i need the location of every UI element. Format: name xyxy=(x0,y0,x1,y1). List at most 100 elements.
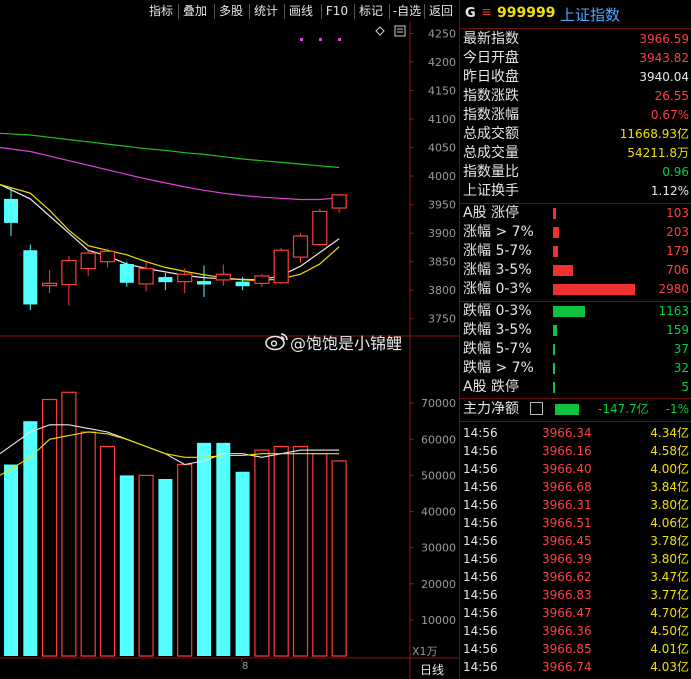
tick-row: 14:56 3966.45 3.78亿 xyxy=(460,532,691,550)
toolbar-button-2[interactable]: 多股 xyxy=(216,3,246,20)
tick-time: 14:56 xyxy=(463,498,498,512)
panel-header: G ≡ 999999 上证指数 xyxy=(460,0,691,29)
candle[interactable] xyxy=(80,249,96,276)
down-dist-bar xyxy=(553,344,555,355)
stat-value: 3943.82 xyxy=(639,51,689,65)
toolbar-button-5[interactable]: F10 xyxy=(323,3,351,20)
flow-menu-icon[interactable] xyxy=(530,402,543,415)
tick-row: 14:56 3966.36 4.50亿 xyxy=(460,622,691,640)
stat-row: 最新指数 3966.59 xyxy=(460,30,691,49)
dist-label: 涨幅 5-7% xyxy=(463,243,532,259)
flow-pct: -1% xyxy=(665,402,689,416)
tick-volume: 3.77亿 xyxy=(650,588,689,602)
dist-value: 5 xyxy=(681,380,689,394)
down-dist-bar xyxy=(553,382,555,393)
panel-divider xyxy=(460,421,691,422)
volume-bar[interactable] xyxy=(216,442,231,656)
tick-price: 3966.51 xyxy=(542,516,592,530)
volume-bar[interactable] xyxy=(273,445,289,657)
candle[interactable] xyxy=(215,264,231,286)
stat-value: 54211.8万 xyxy=(627,146,689,160)
tick-price: 3966.39 xyxy=(542,552,592,566)
candle[interactable] xyxy=(254,273,270,288)
toolbar-button-0[interactable]: 指标 xyxy=(147,3,175,20)
tick-row: 14:56 3966.68 3.84亿 xyxy=(460,478,691,496)
stat-row: 总成交额 11668.93亿 xyxy=(460,125,691,144)
candle[interactable] xyxy=(41,270,58,294)
up-dist-row: 涨幅 5-7% 179 xyxy=(460,242,691,261)
volume-bar[interactable] xyxy=(158,478,173,656)
volume-bar[interactable] xyxy=(4,464,18,656)
flow-value: -147.7亿 xyxy=(598,402,649,416)
volume-bar[interactable] xyxy=(312,453,328,657)
candle[interactable] xyxy=(99,248,116,268)
stat-value: 3940.04 xyxy=(639,70,689,84)
dist-label: 跌幅 > 7% xyxy=(463,360,534,376)
tick-row: 14:56 3966.62 3.47亿 xyxy=(460,568,691,586)
volume-bar[interactable] xyxy=(254,449,270,657)
group-marker[interactable]: G xyxy=(465,6,476,21)
candle[interactable] xyxy=(273,247,289,284)
volume-bar[interactable] xyxy=(61,391,77,657)
toolbar-button-1[interactable]: 叠加 xyxy=(180,3,210,20)
volume-tick-label: 20000 xyxy=(421,578,456,591)
volume-tick-label: 40000 xyxy=(421,506,456,519)
period-label[interactable]: 日线 xyxy=(420,663,444,677)
tick-time: 14:56 xyxy=(463,642,498,656)
stat-value: 0.96 xyxy=(662,165,689,179)
chart-menu-icon[interactable] xyxy=(394,25,406,37)
stat-row: 上证换手 1.12% xyxy=(460,182,691,201)
volume-bar[interactable] xyxy=(99,445,116,657)
volume-bar[interactable] xyxy=(80,431,96,657)
volume-tick-label: 70000 xyxy=(421,397,456,410)
dist-label: 涨幅 > 7% xyxy=(463,224,534,240)
stat-row: 指数涨幅 0.67% xyxy=(460,106,691,125)
candle[interactable] xyxy=(331,193,347,214)
tick-volume: 3.80亿 xyxy=(650,498,689,512)
toolbar-separator xyxy=(284,4,285,19)
volume-bar[interactable] xyxy=(331,460,347,657)
candle[interactable] xyxy=(23,244,38,311)
volume-bar[interactable] xyxy=(292,445,309,657)
volume-bar[interactable] xyxy=(235,471,250,656)
toolbar-button-7[interactable]: -自选 xyxy=(391,3,423,20)
dist-label: 跌幅 5-7% xyxy=(463,341,532,357)
tick-volume: 4.06亿 xyxy=(650,516,689,530)
tick-volume: 4.01亿 xyxy=(650,642,689,656)
price-tick-label: 4150 xyxy=(428,84,456,97)
up-dist-bar xyxy=(553,227,559,238)
tick-time: 14:56 xyxy=(463,552,498,566)
volume-bar[interactable] xyxy=(197,442,211,656)
volume-bar[interactable] xyxy=(119,475,134,656)
toolbar-button-4[interactable]: 画线 xyxy=(286,3,316,20)
toolbar-button-3[interactable]: 统计 xyxy=(251,3,281,20)
toolbar-button-8[interactable]: 返回 xyxy=(426,3,456,20)
toolbar-button-6[interactable]: 标记 xyxy=(356,3,386,20)
menu-icon[interactable]: ≡ xyxy=(481,5,492,20)
tick-price: 3966.85 xyxy=(542,642,592,656)
dist-label: 涨幅 0-3% xyxy=(463,281,532,297)
signal-dot xyxy=(338,38,341,41)
tick-time: 14:56 xyxy=(463,588,498,602)
diamond-icon[interactable] xyxy=(375,26,385,36)
main-flow-row[interactable]: 主力净额 -147.7亿 -1% xyxy=(460,400,691,419)
stock-name: 上证指数 xyxy=(560,6,621,24)
tick-volume: 3.47亿 xyxy=(650,570,689,584)
candle[interactable] xyxy=(119,261,134,287)
candle[interactable] xyxy=(61,255,77,306)
volume-tick-label: 30000 xyxy=(421,542,456,555)
volume-bar[interactable] xyxy=(177,463,193,657)
stat-row: 总成交量 54211.8万 xyxy=(460,144,691,163)
candle[interactable] xyxy=(197,265,211,298)
volume-bar[interactable] xyxy=(23,421,38,656)
dist-label: 跌幅 3-5% xyxy=(463,322,532,338)
stock-terminal-window: 指标 叠加 多股 统计 画线 F10 标记 -自选 返回 4250 4200 4150 4100 405… xyxy=(0,0,691,679)
stat-label: 指数涨跌 xyxy=(463,88,519,104)
candle[interactable] xyxy=(292,233,309,263)
candle[interactable] xyxy=(158,273,173,291)
stat-value: 26.55 xyxy=(654,89,689,103)
candle[interactable] xyxy=(4,187,18,236)
tick-row: 14:56 3966.47 4.70亿 xyxy=(460,604,691,622)
candle[interactable] xyxy=(312,208,328,246)
volume-bar[interactable] xyxy=(138,474,154,657)
